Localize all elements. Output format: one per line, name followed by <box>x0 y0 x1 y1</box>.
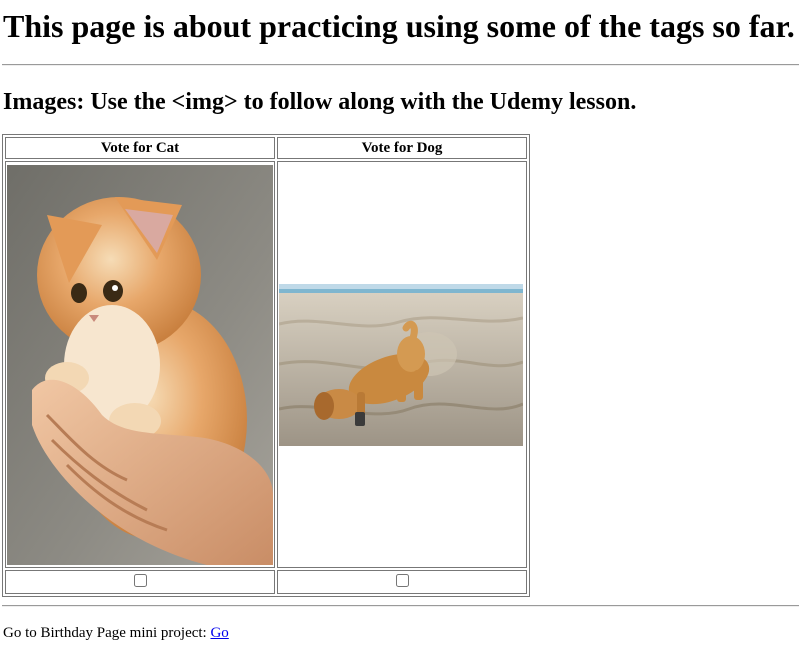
vote-table: Vote for Cat Vote for Dog <box>2 134 530 597</box>
checkbox-row <box>5 570 527 594</box>
vote-dog-header: Vote for Dog <box>277 137 527 159</box>
header-row: Vote for Cat Vote for Dog <box>5 137 527 159</box>
dog-image-cell <box>277 161 527 568</box>
page-title: This page is about practicing using some… <box>3 8 795 44</box>
footer: Go to Birthday Page mini project: Go <box>3 624 229 642</box>
vote-cat-checkbox[interactable] <box>133 574 147 587</box>
bottom-divider <box>2 605 799 607</box>
dog-image <box>279 283 523 446</box>
dog-vote-cell <box>277 570 527 594</box>
section-heading: Images: Use the <img> to follow along wi… <box>3 89 637 115</box>
image-row <box>5 161 527 568</box>
cat-image <box>7 164 273 565</box>
footer-text: Go to Birthday Page mini project: <box>3 625 211 641</box>
cat-image-cell <box>5 161 275 568</box>
top-divider <box>2 64 799 66</box>
cat-vote-cell <box>5 570 275 594</box>
go-link[interactable]: Go <box>210 625 228 641</box>
vote-cat-header: Vote for Cat <box>5 137 275 159</box>
vote-dog-checkbox[interactable] <box>395 574 409 587</box>
